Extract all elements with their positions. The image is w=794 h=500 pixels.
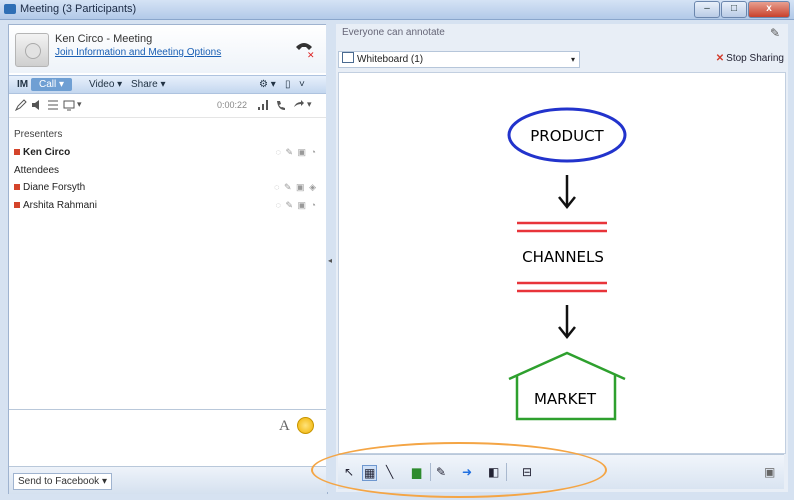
phone-icon[interactable] [275, 99, 287, 111]
collapse-arrow-icon[interactable]: ◂ [328, 256, 332, 265]
title-bar: Meeting (3 Participants) – □ x [0, 0, 794, 20]
participant-row[interactable]: Ken Circo [14, 147, 70, 158]
toolbar-separator [506, 463, 507, 481]
stage-panel: Everyone can annotate ✎ Whiteboard (1) ▾… [336, 24, 788, 492]
dropdown-arrow-icon[interactable]: ▾ [77, 99, 82, 110]
call-button[interactable]: Call ▾ [31, 78, 73, 91]
minimize-button[interactable]: – [694, 1, 720, 18]
emoticon-icon[interactable] [297, 417, 314, 434]
speaker-icon[interactable] [31, 99, 43, 111]
font-button[interactable]: A [279, 418, 290, 435]
presenters-label: Presenters [14, 129, 63, 140]
send-to-dropdown[interactable]: Send to Facebook ▾ [13, 473, 112, 490]
share-button[interactable]: Share ▾ [131, 79, 165, 90]
whiteboard-canvas[interactable]: PRODUCT CHANNELS MARKET [338, 72, 786, 454]
whiteboard-icon [342, 52, 354, 63]
pane-toggle-button[interactable]: ▯ [285, 79, 291, 90]
im-button[interactable]: IM [17, 79, 28, 90]
close-button[interactable]: x [748, 1, 790, 18]
chevron-down-icon: ▾ [570, 55, 575, 64]
drawing-toolbar: ↖ ▦ ╲ ▆ ✎ ➜ ◧ ⊟ ▣ [338, 454, 784, 489]
more-tool-icon[interactable]: ⊟ [522, 465, 532, 479]
arrow-down-icon [558, 305, 576, 340]
settings-button[interactable]: ⚙ ▾ [259, 79, 276, 90]
contact-header: Ken Circo - Meeting Join Information and… [9, 25, 327, 73]
stop-icon: ✕ [715, 53, 725, 64]
svg-text:✕: ✕ [307, 51, 315, 59]
hang-up-icon[interactable]: ✕ [293, 37, 315, 59]
video-button[interactable]: Video ▾ [89, 79, 122, 90]
participant-status: ◌ ✎ ▣ ◔ [275, 147, 317, 157]
toolbar-separator [430, 463, 431, 481]
annotation-status: Everyone can annotate [342, 27, 445, 38]
eraser-tool-icon[interactable]: ◧ [488, 465, 499, 479]
participant-status: ◌ ✎ ▣ ◈ [274, 182, 317, 192]
market-house [508, 351, 626, 421]
arrow-down-icon [558, 175, 576, 210]
pen-icon[interactable] [15, 99, 27, 111]
participant-row[interactable]: Arshita Rahmani [14, 200, 97, 211]
maximize-button[interactable]: □ [721, 1, 747, 18]
signal-icon [258, 100, 268, 110]
marquee-tool-icon[interactable]: ▦ [362, 465, 378, 481]
line-tool-icon[interactable]: ╲ [386, 465, 393, 479]
meeting-window: Meeting (3 Participants) – □ x Ken Circo… [0, 0, 794, 500]
expand-icon[interactable]: ▣ [764, 465, 775, 479]
conversation-toolbar: IM Call ▾ Video ▾ Share ▾ ⚙ ▾ ▯ ˅ [9, 75, 327, 94]
participant-row[interactable]: Diane Forsyth [14, 182, 85, 193]
presence-icon [14, 202, 20, 208]
pen-tool-icon[interactable]: ✎ [436, 465, 446, 479]
avatar [15, 33, 49, 67]
market-label: MARKET [534, 390, 597, 408]
participant-toolbar: ▾ 0:00:22 ▾ [9, 95, 327, 118]
annotation-pen-icon[interactable]: ✎ [770, 26, 780, 40]
bottom-bar: Send to Facebook ▾ [9, 466, 327, 494]
whiteboard-drawing: PRODUCT CHANNELS MARKET [507, 107, 627, 421]
whiteboard-selector[interactable]: Whiteboard (1) ▾ [338, 51, 580, 68]
select-tool-icon[interactable]: ↖ [344, 465, 354, 479]
highlighter-tool-icon[interactable]: ▆ [412, 465, 421, 479]
contact-name: Ken Circo - Meeting [55, 33, 153, 45]
call-timer: 0:00:22 [217, 100, 248, 110]
participant-status: ◌ ✎ ▣ ◔ [275, 200, 317, 210]
panel-splitter[interactable]: ◂ [326, 24, 336, 492]
list-icon[interactable] [47, 99, 59, 111]
presence-icon [14, 184, 20, 190]
screen-icon[interactable] [63, 99, 75, 111]
stop-sharing-button[interactable]: ✕ Stop Sharing [716, 53, 784, 64]
arrow-tool-icon[interactable]: ➜ [462, 465, 472, 479]
presence-icon [14, 149, 20, 155]
attendees-label: Attendees [14, 165, 60, 176]
window-buttons: – □ x [694, 1, 790, 18]
meeting-options-link[interactable]: Join Information and Meeting Options [55, 47, 221, 58]
chevron-down-icon[interactable]: ▾ [307, 99, 312, 110]
channels-label: CHANNELS [522, 248, 604, 266]
forward-icon[interactable] [293, 99, 305, 111]
product-label: PRODUCT [530, 127, 604, 145]
collapse-button[interactable]: ˅ [299, 79, 305, 90]
app-icon [4, 4, 16, 14]
window-title: Meeting (3 Participants) [20, 3, 137, 15]
conversation-panel: Ken Circo - Meeting Join Information and… [8, 24, 328, 494]
